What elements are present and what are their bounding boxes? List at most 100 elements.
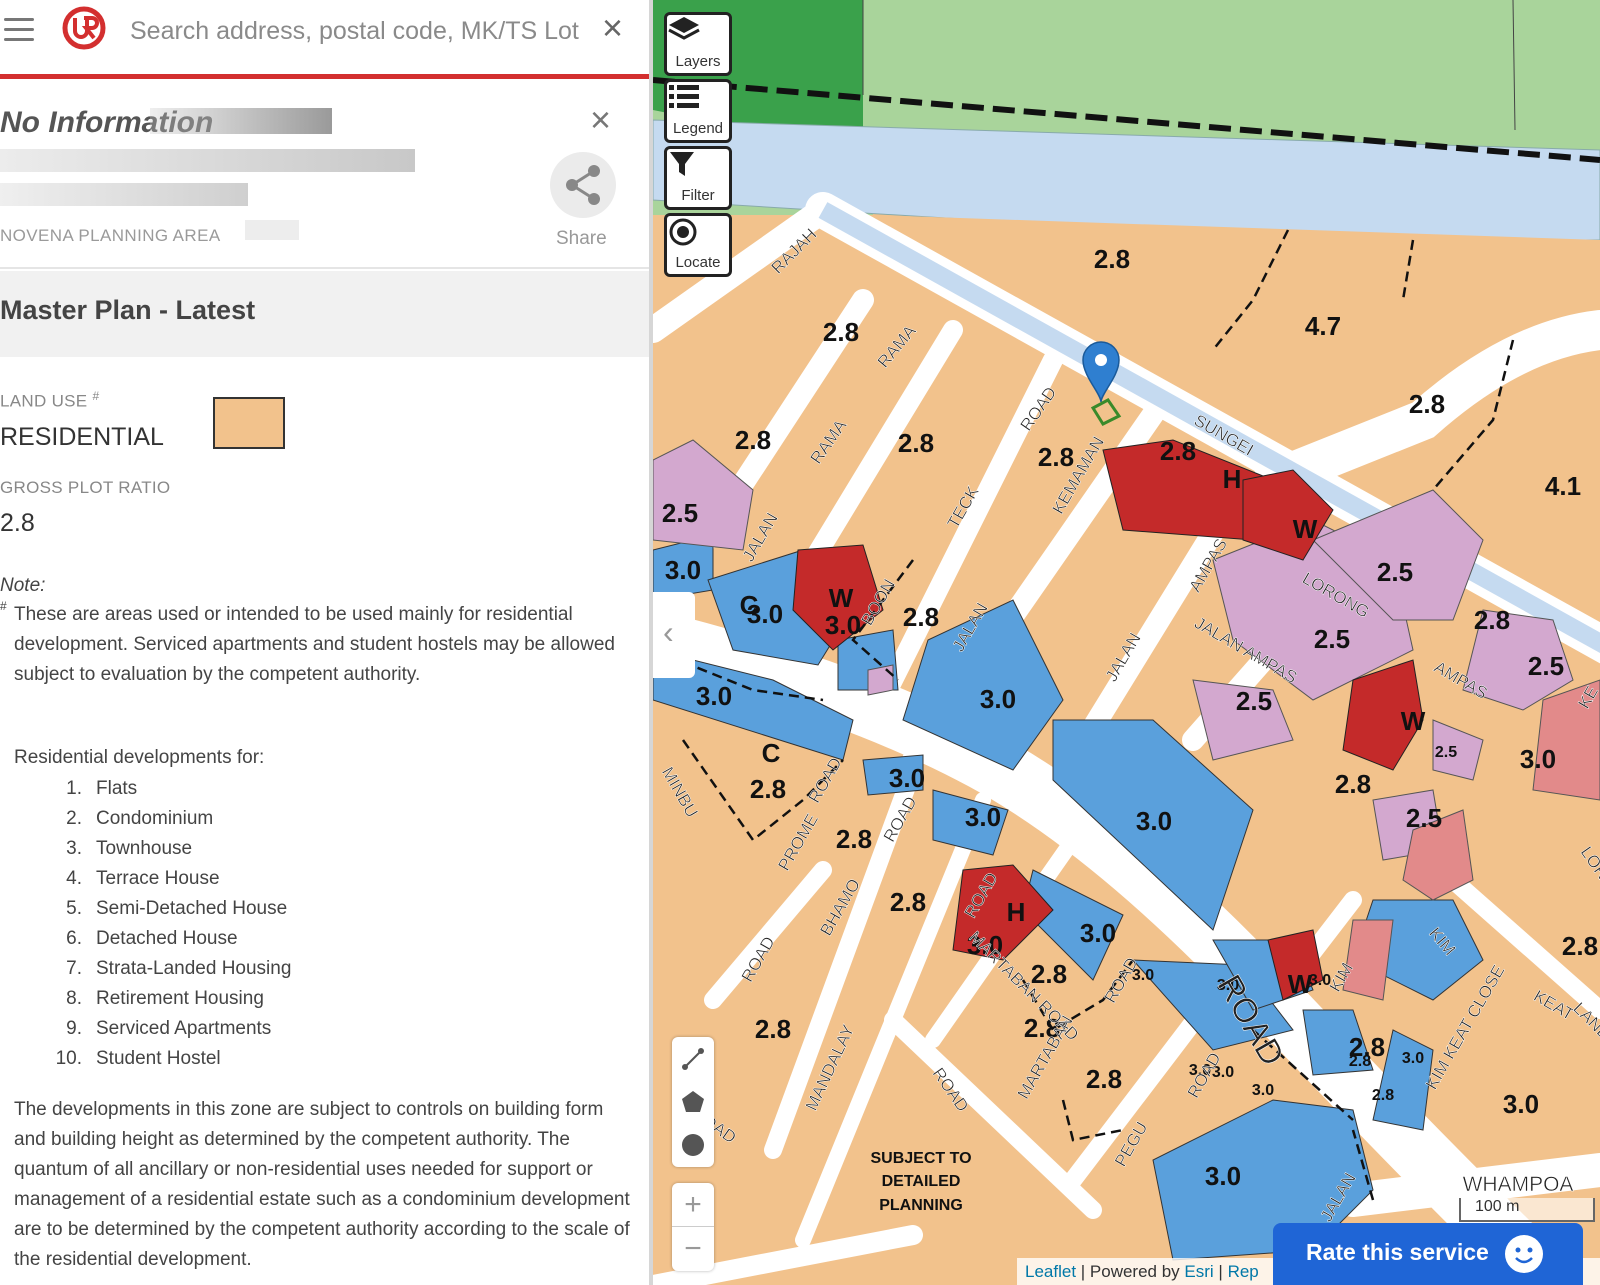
attribution-text: | Powered by bbox=[1076, 1262, 1185, 1281]
plot-ratio-label: 2.8 bbox=[1562, 931, 1598, 961]
plot-ratio-label: 2.8 bbox=[823, 317, 859, 347]
note-label: Note: bbox=[0, 575, 46, 596]
item-number: 10. bbox=[55, 1048, 82, 1069]
control-label: Layers bbox=[675, 53, 721, 70]
land-use-value: RESIDENTIAL bbox=[0, 423, 164, 451]
zoom-control: + − bbox=[672, 1183, 714, 1271]
draw-toolbar bbox=[672, 1037, 714, 1167]
zone-letter: H bbox=[1223, 464, 1242, 494]
development-type-item: 9. Serviced Apartments bbox=[40, 1014, 291, 1044]
zoom-out-button[interactable]: − bbox=[672, 1227, 714, 1271]
layers-button[interactable]: Layers bbox=[664, 12, 732, 76]
polygon-tool-icon[interactable] bbox=[682, 1091, 704, 1112]
zoom-in-button[interactable]: + bbox=[672, 1183, 714, 1227]
measure-line-icon[interactable] bbox=[682, 1048, 704, 1070]
plot-ratio-label: 3.0 bbox=[980, 684, 1016, 714]
map-scale: 100 m bbox=[1459, 1198, 1595, 1222]
plot-ratio-label: 2.8 bbox=[1409, 389, 1445, 419]
item-number: 5. bbox=[66, 898, 82, 919]
item-label: Retirement Housing bbox=[96, 988, 264, 1009]
plot-ratio-label: 2.8 bbox=[1349, 1053, 1371, 1070]
master-plan-title: Master Plan - Latest bbox=[0, 295, 256, 325]
location-header: No Information NOVENA PLANNING AREA × Sh… bbox=[0, 80, 649, 269]
plot-ratio-label: 2.8 bbox=[898, 428, 934, 458]
plot-ratio-label: 2.8 bbox=[1086, 1064, 1122, 1094]
land-use-label: LAND USE # bbox=[0, 389, 100, 411]
plot-ratio-label: 2.5 bbox=[1406, 803, 1442, 833]
item-label: Flats bbox=[96, 778, 138, 799]
header-divider bbox=[0, 74, 649, 79]
item-label: Strata-Landed Housing bbox=[96, 958, 292, 979]
plot-ratio-label: 2.8 bbox=[1160, 436, 1196, 466]
item-label: Semi-Detached House bbox=[96, 898, 288, 919]
master-plan-section-header[interactable]: Master Plan - Latest bbox=[0, 271, 649, 357]
leaflet-link[interactable]: Leaflet bbox=[1025, 1262, 1076, 1281]
note-line-2: DETAILED bbox=[882, 1173, 961, 1190]
clear-search-icon[interactable]: × bbox=[602, 8, 623, 48]
plot-ratio-label: 4.1 bbox=[1545, 471, 1581, 501]
item-label: Detached House bbox=[96, 928, 238, 949]
esri-link[interactable]: Esri bbox=[1184, 1262, 1213, 1281]
plot-ratio-label: 2.8 bbox=[890, 887, 926, 917]
controls-text: The developments in this zone are subjec… bbox=[14, 1099, 630, 1270]
plot-ratio-label: 3.0 bbox=[1136, 806, 1172, 836]
developments-intro: Residential developments for: bbox=[14, 747, 265, 768]
master-plan-map[interactable]: 2.8 4.7 2.8 2.8 2.8 2.8 2.8 2.8 4.1 2.5 3.0 3.0 2.8 2… bbox=[653, 0, 1600, 1285]
redacted-address-line bbox=[0, 149, 415, 172]
plot-ratio-label: 2.5 bbox=[1377, 557, 1413, 587]
circle-tool-icon[interactable] bbox=[682, 1134, 704, 1156]
rate-service-label: Rate this service bbox=[1306, 1239, 1489, 1265]
gpr-value: 2.8 bbox=[0, 509, 35, 537]
legend-button[interactable]: Legend bbox=[664, 79, 732, 143]
plot-ratio-label: 2.5 bbox=[662, 498, 698, 528]
item-number: 8. bbox=[66, 988, 82, 1009]
filter-icon bbox=[667, 149, 729, 187]
plot-ratio-label: 2.5 bbox=[1314, 624, 1350, 654]
plot-ratio-label: 2.8 bbox=[903, 602, 939, 632]
zone-letter: H bbox=[1007, 897, 1026, 927]
zone-letter: W bbox=[829, 583, 854, 613]
item-number: 7. bbox=[66, 958, 82, 979]
report-link[interactable]: Rep bbox=[1228, 1262, 1259, 1281]
planning-area: NOVENA PLANNING AREA bbox=[0, 226, 221, 245]
note-text: These are areas used or intended to be u… bbox=[14, 604, 615, 685]
land-use-color-swatch bbox=[213, 397, 285, 449]
plot-ratio-label: 3.0 bbox=[965, 802, 1001, 832]
search-input[interactable] bbox=[130, 12, 600, 50]
filter-button[interactable]: Filter bbox=[664, 146, 732, 210]
development-type-item: 8. Retirement Housing bbox=[40, 984, 291, 1014]
plot-ratio-label: 2.5 bbox=[1528, 651, 1564, 681]
redacted-text bbox=[150, 108, 332, 134]
item-label: Terrace House bbox=[96, 868, 220, 889]
plot-ratio-label: 2.8 bbox=[1335, 769, 1371, 799]
gpr-label: GROSS PLOT RATIO bbox=[0, 478, 171, 497]
zone-letter: C bbox=[762, 738, 781, 768]
item-label: Townhouse bbox=[96, 838, 193, 859]
plot-ratio-label: 4.7 bbox=[1305, 311, 1341, 341]
plot-ratio-label: 3.0 bbox=[696, 681, 732, 711]
plot-ratio-label: 3.0 bbox=[1503, 1089, 1539, 1119]
development-type-item: 10. Student Hostel bbox=[40, 1044, 291, 1074]
zone-letter: W bbox=[1288, 969, 1313, 999]
menu-icon[interactable] bbox=[4, 18, 34, 42]
plot-ratio-label: 2.8 bbox=[1094, 244, 1130, 274]
development-type-item: 1. Flats bbox=[40, 774, 291, 804]
zone-letter: W bbox=[1401, 706, 1426, 736]
close-panel-icon[interactable]: × bbox=[590, 102, 611, 138]
item-number: 9. bbox=[66, 1018, 82, 1039]
zoning-details: LAND USE # RESIDENTIAL GROSS PLOT RATIO … bbox=[0, 357, 649, 1285]
item-number: 6. bbox=[66, 928, 82, 949]
map-canvas[interactable]: 2.8 4.7 2.8 2.8 2.8 2.8 2.8 2.8 4.1 2.5 3.0 3.0 2.8 2… bbox=[653, 0, 1600, 1285]
footnote-mark: # bbox=[92, 389, 100, 403]
note-footnote-mark: # bbox=[0, 599, 7, 613]
item-number: 1. bbox=[66, 778, 82, 799]
control-label: Filter bbox=[681, 187, 715, 204]
collapse-panel-button[interactable]: ‹ bbox=[653, 592, 695, 678]
rate-service-button[interactable]: Rate this service bbox=[1273, 1223, 1583, 1285]
zone-letter: W bbox=[1293, 514, 1318, 544]
search-bar: × bbox=[0, 0, 649, 79]
share-button[interactable] bbox=[550, 152, 616, 218]
zone-letter: C bbox=[740, 590, 759, 620]
road-label: WHAMPOA bbox=[1463, 1173, 1574, 1196]
locate-button[interactable]: Locate bbox=[664, 213, 732, 277]
